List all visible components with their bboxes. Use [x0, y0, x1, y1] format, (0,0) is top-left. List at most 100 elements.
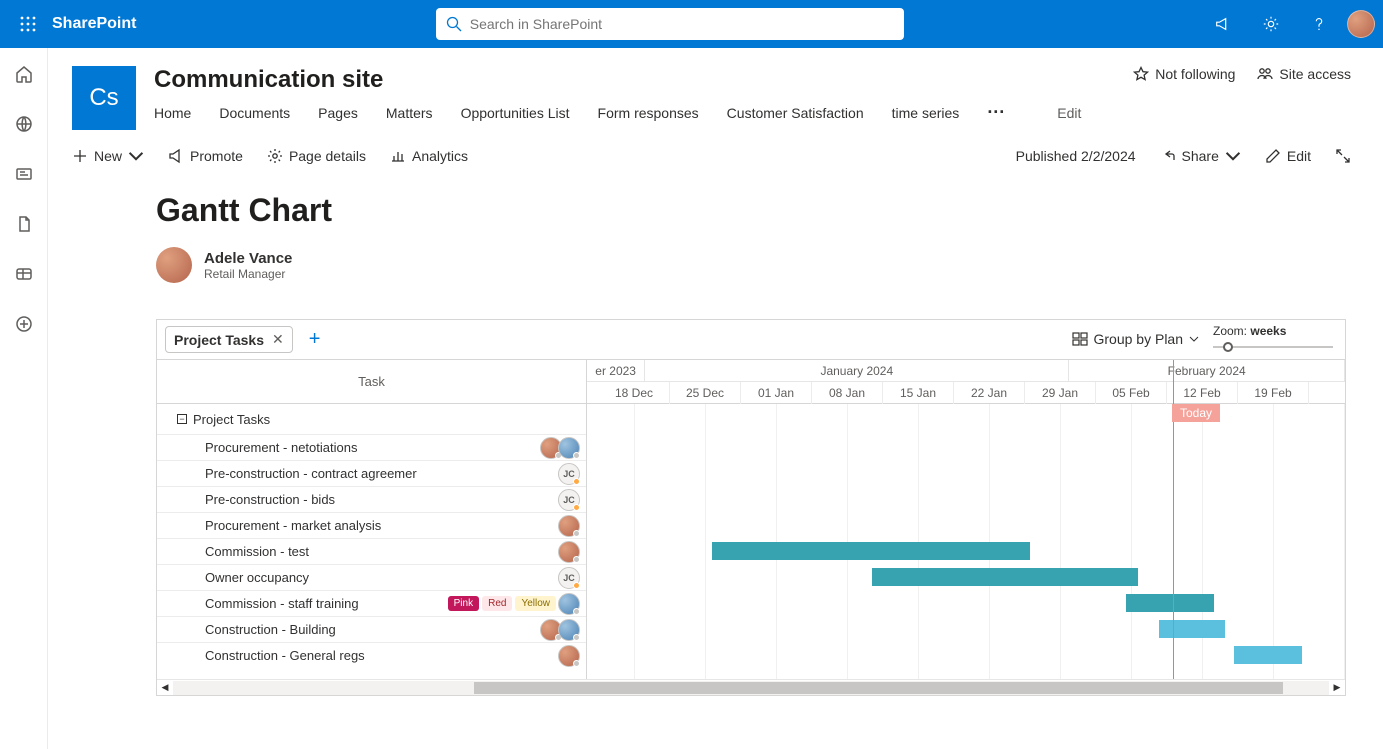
file-icon[interactable]: [8, 208, 40, 240]
gantt-bar[interactable]: [1126, 594, 1214, 612]
gantt-tab-label: Project Tasks: [174, 332, 264, 348]
scroll-right-icon[interactable]: ▶: [1329, 680, 1345, 696]
today-badge: Today: [1172, 404, 1220, 422]
site-title[interactable]: Communication site: [154, 66, 1133, 94]
timeline-day: 05 Feb: [1096, 382, 1167, 404]
edit-button[interactable]: Edit: [1265, 148, 1311, 164]
assignee-avatar[interactable]: JC: [558, 463, 580, 485]
gantt-bar[interactable]: [1159, 620, 1225, 638]
task-tag: Yellow: [515, 596, 556, 611]
site-nav-item[interactable]: Home: [154, 105, 191, 121]
task-name: Construction - General regs: [205, 648, 562, 663]
author-name: Adele Vance: [204, 250, 292, 267]
close-tab-icon[interactable]: ✕: [272, 331, 284, 348]
site-nav-item[interactable]: Opportunities List: [461, 105, 570, 121]
not-following-action[interactable]: Not following: [1133, 66, 1235, 82]
site-access-action[interactable]: Site access: [1257, 66, 1351, 82]
left-rail: [0, 48, 48, 749]
collapse-icon[interactable]: −: [177, 414, 187, 424]
assignee-avatar[interactable]: [558, 515, 580, 537]
analytics-button[interactable]: Analytics: [390, 148, 468, 164]
add-tab-button[interactable]: +: [303, 328, 327, 351]
assignee-avatar[interactable]: [558, 645, 580, 667]
gantt-bar[interactable]: [712, 542, 1030, 560]
task-row[interactable]: Pre-construction - bidsJC: [157, 486, 586, 512]
user-avatar[interactable]: [1347, 10, 1375, 38]
suite-title[interactable]: SharePoint: [52, 15, 136, 33]
promote-button[interactable]: Promote: [168, 148, 243, 164]
site-nav-item[interactable]: Customer Satisfaction: [727, 105, 864, 121]
news-icon[interactable]: [8, 158, 40, 190]
task-tag: Pink: [448, 596, 479, 611]
timeline-day: 08 Jan: [812, 382, 883, 404]
site-header: Cs Communication site Home Documents Pages…: [48, 48, 1383, 130]
timeline[interactable]: er 2023January 2024February 2024 18 Dec2…: [587, 360, 1345, 679]
home-icon[interactable]: [8, 58, 40, 90]
timeline-day: 18 Dec: [599, 382, 670, 404]
presence-icon: [573, 556, 580, 563]
site-nav-edit[interactable]: Edit: [1057, 105, 1081, 121]
zoom-slider[interactable]: [1213, 340, 1333, 354]
task-row[interactable]: Commission - test: [157, 538, 586, 564]
task-row[interactable]: Pre-construction - contract agreemerJC: [157, 460, 586, 486]
gantt-bar[interactable]: [1234, 646, 1302, 664]
site-nav-item[interactable]: Documents: [219, 105, 290, 121]
task-row[interactable]: Construction - Building: [157, 616, 586, 642]
search-input[interactable]: [470, 16, 894, 32]
search-icon: [446, 16, 462, 32]
page-details-button[interactable]: Page details: [267, 148, 366, 164]
site-nav-item[interactable]: time series: [892, 105, 960, 121]
timeline-day: 29 Jan: [1025, 382, 1096, 404]
site-nav-more[interactable]: ···: [987, 102, 1005, 123]
add-icon[interactable]: [8, 308, 40, 340]
task-row[interactable]: Procurement - netotiations: [157, 434, 586, 460]
list-icon[interactable]: [8, 258, 40, 290]
settings-icon[interactable]: [1251, 4, 1291, 44]
task-column: Task − Project Tasks Procurement - netot…: [157, 360, 587, 679]
task-column-header: Task: [157, 360, 586, 404]
task-name: Procurement - netotiations: [205, 440, 544, 455]
presence-icon: [573, 504, 580, 511]
timeline-month: er 2023: [587, 360, 645, 381]
site-logo[interactable]: Cs: [72, 66, 136, 130]
author-avatar[interactable]: [156, 247, 192, 283]
task-tag: Red: [482, 596, 512, 611]
assignee-avatar[interactable]: [558, 593, 580, 615]
assignee-avatar[interactable]: JC: [558, 567, 580, 589]
presence-icon: [573, 582, 580, 589]
app-launcher[interactable]: [8, 4, 48, 44]
new-button[interactable]: New: [72, 148, 144, 164]
site-nav-item[interactable]: Pages: [318, 105, 358, 121]
scroll-left-icon[interactable]: ◀: [157, 680, 173, 696]
megaphone-icon[interactable]: [1203, 4, 1243, 44]
assignee-avatar[interactable]: [558, 619, 580, 641]
expand-button[interactable]: [1335, 148, 1351, 164]
task-row[interactable]: Construction - General regs: [157, 642, 586, 668]
search-box[interactable]: [436, 8, 904, 40]
chevron-down-icon: [128, 148, 144, 164]
site-nav-item[interactable]: Matters: [386, 105, 433, 121]
task-row[interactable]: Procurement - market analysis: [157, 512, 586, 538]
presence-icon: [573, 634, 580, 641]
gantt-tab[interactable]: Project Tasks ✕: [165, 326, 293, 353]
help-icon[interactable]: [1299, 4, 1339, 44]
assignee-avatar[interactable]: [558, 437, 580, 459]
globe-icon[interactable]: [8, 108, 40, 140]
published-label: Published 2/2/2024: [1016, 148, 1136, 164]
presence-icon: [573, 530, 580, 537]
assignee-avatar[interactable]: JC: [558, 489, 580, 511]
timeline-month: January 2024: [645, 360, 1069, 381]
site-nav-item[interactable]: Form responses: [598, 105, 699, 121]
task-group-row[interactable]: − Project Tasks: [157, 404, 586, 434]
zoom-control[interactable]: Zoom: weeks: [1213, 324, 1333, 354]
task-row[interactable]: Commission - staff trainingPinkRedYellow: [157, 590, 586, 616]
group-by-button[interactable]: Group by Plan: [1072, 331, 1200, 347]
timeline-day: 01 Jan: [741, 382, 812, 404]
command-bar: New Promote Page details Analytics Publi…: [48, 130, 1383, 174]
horizontal-scrollbar[interactable]: ◀ ▶: [157, 679, 1345, 695]
site-nav: Home Documents Pages Matters Opportunities L…: [154, 102, 1133, 123]
gantt-bar[interactable]: [872, 568, 1138, 586]
assignee-avatar[interactable]: [558, 541, 580, 563]
share-button[interactable]: Share: [1160, 148, 1241, 164]
task-row[interactable]: Owner occupancyJC: [157, 564, 586, 590]
